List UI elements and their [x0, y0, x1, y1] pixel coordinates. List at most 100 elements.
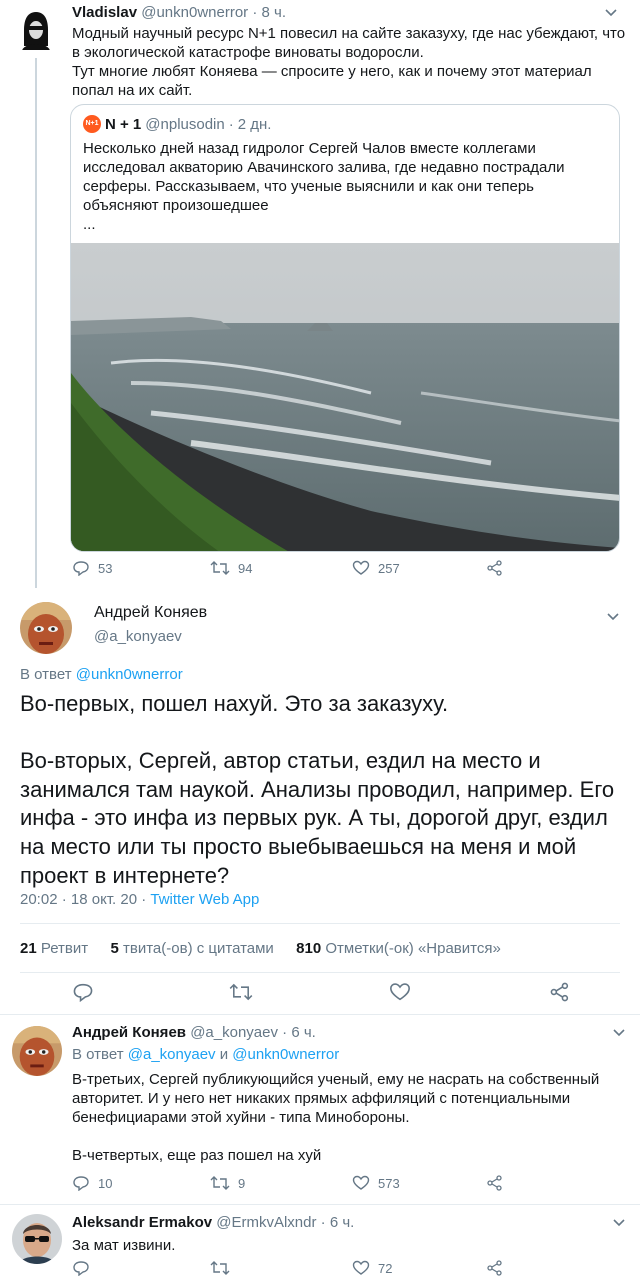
- divider: [0, 1014, 640, 1015]
- reply-icon: [72, 560, 90, 576]
- reply-to-link[interactable]: @a_konyaev: [128, 1046, 216, 1063]
- more-chevron-icon[interactable]: [612, 1028, 626, 1038]
- timestamp[interactable]: 6 ч.: [291, 1024, 316, 1041]
- reply-to-link[interactable]: @unkn0wnerror: [232, 1046, 339, 1063]
- tweet-source[interactable]: Twitter Web App: [150, 891, 259, 908]
- author-handle[interactable]: @a_konyaev: [190, 1024, 278, 1041]
- person-with-glasses-avatar-icon: [12, 1214, 62, 1264]
- more-chevron-icon[interactable]: [604, 8, 618, 18]
- reply-icon: [72, 982, 94, 1002]
- reply-count: 10: [98, 1175, 113, 1191]
- quoted-timestamp: 2 дн.: [237, 115, 272, 133]
- author-name[interactable]: Андрей Коняев: [94, 604, 207, 622]
- divider: [20, 923, 620, 924]
- author-handle[interactable]: @a_konyaev: [94, 628, 182, 645]
- thread-line: [35, 58, 37, 588]
- heart-icon: [352, 1175, 370, 1191]
- divider: [0, 1204, 640, 1205]
- tweet-date: 18 окт. 20: [70, 891, 138, 908]
- author-handle[interactable]: @ErmkvAlxndr: [216, 1214, 316, 1231]
- reply-button[interactable]: 53: [72, 560, 112, 576]
- retweet-button[interactable]: [229, 982, 253, 1007]
- reply-button[interactable]: 10: [72, 1175, 112, 1191]
- share-button[interactable]: [549, 982, 571, 1007]
- quotes-stat[interactable]: 5 твита(-ов) с цитатами: [110, 940, 278, 957]
- share-button[interactable]: [486, 1260, 504, 1276]
- author-name[interactable]: Aleksandr Ermakov: [72, 1214, 212, 1231]
- tweet-text: Модный научный ресурс N+1 повесил на сай…: [72, 25, 626, 99]
- like-count: 257: [378, 560, 400, 576]
- quoted-text: Несколько дней назад гидролог Сергей Чал…: [83, 140, 565, 233]
- n1-logo-icon: N+1: [83, 115, 101, 133]
- reply-context: В ответ @unkn0wnerror: [20, 666, 183, 683]
- retweet-count: 9: [238, 1175, 246, 1191]
- tweet-meta: 20:02 · 18 окт. 20 · Twitter Web App: [20, 891, 259, 908]
- like-button[interactable]: 573: [352, 1175, 400, 1191]
- reply-icon: [72, 1175, 90, 1191]
- tweet-header: Vladislav @unkn0wnerror · 8 ч.: [72, 4, 286, 21]
- face-avatar-icon: [12, 1026, 62, 1076]
- retweet-icon: [229, 982, 253, 1002]
- separator: ·: [61, 891, 67, 908]
- retweet-button[interactable]: 94: [210, 560, 252, 576]
- tweet-text: За мат извини.: [72, 1237, 176, 1254]
- retweet-icon: [210, 1175, 230, 1191]
- separator: ·: [252, 4, 258, 21]
- separator: ·: [228, 115, 234, 133]
- hacker-avatar-icon: [12, 6, 60, 54]
- heart-icon: [352, 560, 370, 576]
- retweet-button[interactable]: [210, 1260, 230, 1276]
- quotes-stat-count: 5: [110, 940, 119, 957]
- quotes-stat-label: твита(-ов) с цитатами: [123, 940, 274, 957]
- quoted-author-handle[interactable]: @nplusodin: [145, 116, 224, 133]
- reply-icon: [72, 1260, 90, 1276]
- quoted-tweet[interactable]: N+1 N + 1 @nplusodin · 2 дн. Несколько д…: [70, 104, 620, 552]
- avatar-ermakov[interactable]: [12, 1214, 62, 1264]
- separator: ·: [141, 891, 147, 908]
- reply-prefix: В ответ: [72, 1046, 124, 1063]
- likes-stat-count: 810: [296, 940, 322, 957]
- quoted-author-name[interactable]: N + 1: [105, 116, 141, 133]
- tweet-header: Андрей Коняев @a_konyaev · 6 ч.: [72, 1024, 316, 1041]
- likes-stat-label: Отметки(-ок) «Нравится»: [325, 940, 501, 957]
- avatar-vladislav[interactable]: [12, 6, 60, 54]
- tweet-stats: 21 Ретвит 5 твита(-ов) с цитатами 810 От…: [20, 940, 501, 957]
- heart-icon: [352, 1260, 370, 1276]
- like-button[interactable]: 72: [352, 1260, 392, 1276]
- retweets-stat[interactable]: 21 Ретвит: [20, 940, 92, 957]
- likes-stat[interactable]: 810 Отметки(-ок) «Нравится»: [296, 940, 501, 957]
- separator: ·: [282, 1024, 288, 1041]
- like-button[interactable]: 257: [352, 560, 400, 576]
- share-icon: [486, 560, 504, 576]
- avatar-konyaev[interactable]: [20, 602, 72, 654]
- tweet-time: 20:02: [20, 891, 58, 908]
- main-tweet-text: Во-первых, пошел нахуй. Это за заказуху.…: [20, 691, 615, 888]
- reply-context: В ответ @a_konyaev и @unkn0wnerror: [72, 1046, 339, 1063]
- author-name[interactable]: Vladislav: [72, 4, 137, 21]
- more-chevron-icon[interactable]: [606, 612, 620, 622]
- divider: [20, 972, 620, 973]
- like-count: 573: [378, 1175, 400, 1191]
- quoted-image-coastline[interactable]: [71, 243, 619, 551]
- timestamp[interactable]: 8 ч.: [262, 4, 287, 21]
- retweet-icon: [210, 560, 230, 576]
- retweet-button[interactable]: 9: [210, 1175, 245, 1191]
- author-handle[interactable]: @unkn0wnerror: [141, 4, 248, 21]
- tweet-header: Aleksandr Ermakov @ErmkvAlxndr · 6 ч.: [72, 1214, 354, 1231]
- like-button[interactable]: [389, 982, 411, 1007]
- avatar-konyaev[interactable]: [12, 1026, 62, 1076]
- author-name[interactable]: Андрей Коняев: [72, 1024, 186, 1041]
- share-button[interactable]: [486, 1175, 504, 1191]
- more-chevron-icon[interactable]: [612, 1218, 626, 1228]
- reply-to-link[interactable]: @unkn0wnerror: [76, 666, 183, 683]
- share-icon: [549, 982, 571, 1002]
- retweets-stat-label: Ретвит: [40, 940, 89, 957]
- retweets-stat-count: 21: [20, 940, 37, 957]
- reply-count: 53: [98, 560, 113, 576]
- like-count: 72: [378, 1260, 393, 1276]
- share-icon: [486, 1260, 504, 1276]
- reply-button[interactable]: [72, 982, 94, 1007]
- timestamp[interactable]: 6 ч.: [330, 1214, 355, 1231]
- share-button[interactable]: [486, 560, 504, 576]
- reply-button[interactable]: [72, 1260, 90, 1276]
